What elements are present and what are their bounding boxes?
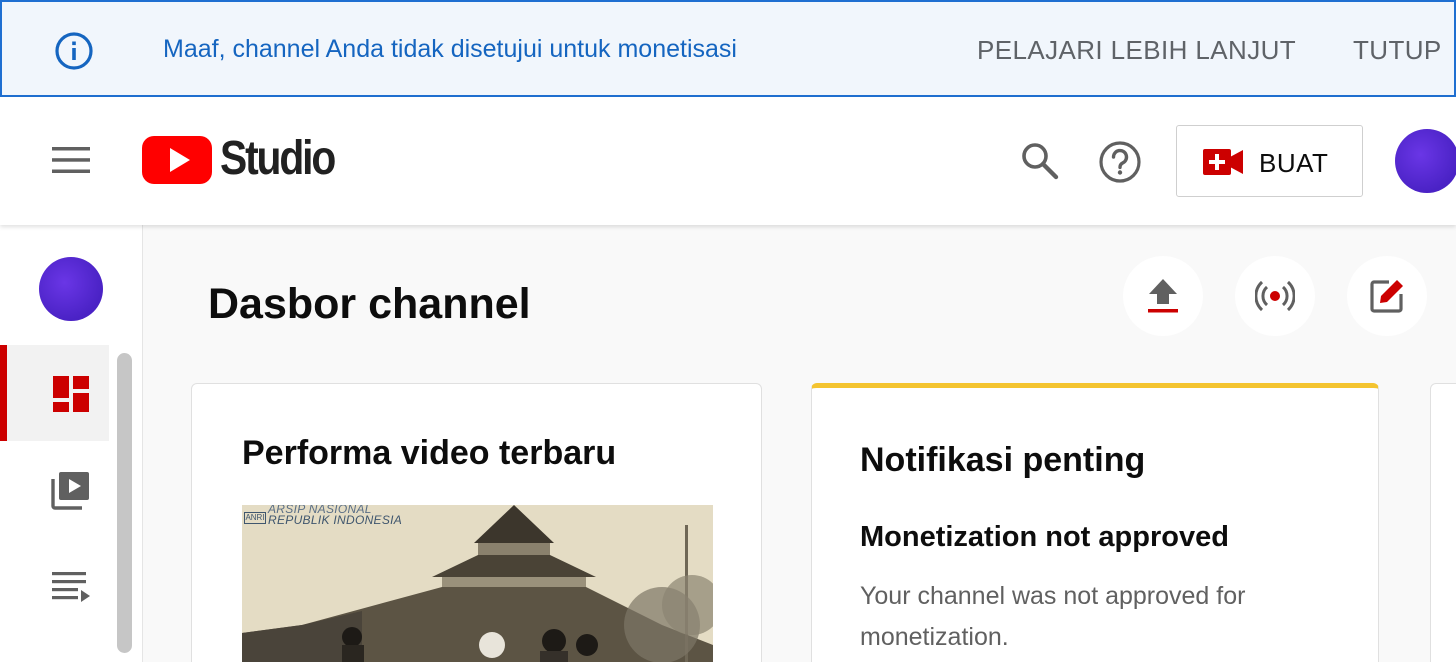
- banner-message: Maaf, channel Anda tidak disetujui untuk…: [163, 35, 737, 63]
- youtube-logo[interactable]: [142, 134, 212, 186]
- dashboard-icon: [53, 376, 89, 412]
- latest-video-performance-card: Performa video terbaru ANRI ARSIP NASION…: [191, 383, 762, 662]
- live-icon: [1255, 280, 1295, 312]
- menu-icon[interactable]: [50, 143, 92, 177]
- upload-icon: [1148, 279, 1178, 313]
- upload-button[interactable]: [1123, 256, 1203, 336]
- video-library-icon: [51, 472, 89, 510]
- channel-avatar[interactable]: [39, 257, 103, 321]
- thumbnail-watermark-line2: REPUBLIK INDONESIA: [268, 513, 403, 527]
- go-live-button[interactable]: [1235, 256, 1315, 336]
- anri-logo: ANRI: [244, 512, 266, 524]
- create-button-label: BUAT: [1259, 148, 1329, 178]
- create-post-button[interactable]: [1347, 256, 1427, 336]
- create-post-icon: [1370, 280, 1403, 313]
- studio-wordmark: Studio: [220, 132, 336, 185]
- create-video-icon: [1203, 149, 1243, 175]
- sidebar-scrollbar[interactable]: [117, 353, 132, 653]
- left-sidebar: [0, 225, 143, 662]
- monetization-banner: Maaf, channel Anda tidak disetujui untuk…: [0, 0, 1456, 97]
- thumbnail-image: [242, 505, 713, 662]
- info-icon: [55, 32, 93, 70]
- sidebar-item-content[interactable]: [0, 441, 109, 537]
- sidebar-item-playlists[interactable]: [0, 537, 109, 633]
- page-title: Dasbor channel: [208, 280, 531, 328]
- card-title: Performa video terbaru: [242, 434, 617, 472]
- video-thumbnail[interactable]: ANRI ARSIP NASIONAL REPUBLIK INDONESIA: [242, 505, 713, 662]
- card-title: Notifikasi penting: [860, 441, 1146, 479]
- notification-body: Your channel was not approved for moneti…: [860, 582, 1246, 651]
- next-card-edge: [1430, 383, 1456, 662]
- notification-heading: Monetization not approved: [860, 521, 1229, 553]
- account-avatar[interactable]: [1395, 129, 1456, 193]
- playlist-icon: [52, 572, 90, 602]
- search-icon[interactable]: [1018, 139, 1062, 183]
- learn-more-link[interactable]: PELAJARI LEBIH LANJUT: [977, 35, 1296, 66]
- top-header: Studio BUAT: [0, 97, 1456, 225]
- help-icon[interactable]: [1097, 139, 1143, 185]
- sidebar-item-dashboard[interactable]: [0, 345, 109, 441]
- important-notifications-card: Notifikasi penting Monetization not appr…: [811, 383, 1379, 662]
- create-button[interactable]: BUAT: [1176, 125, 1363, 197]
- close-banner-button[interactable]: TUTUP: [1353, 35, 1442, 66]
